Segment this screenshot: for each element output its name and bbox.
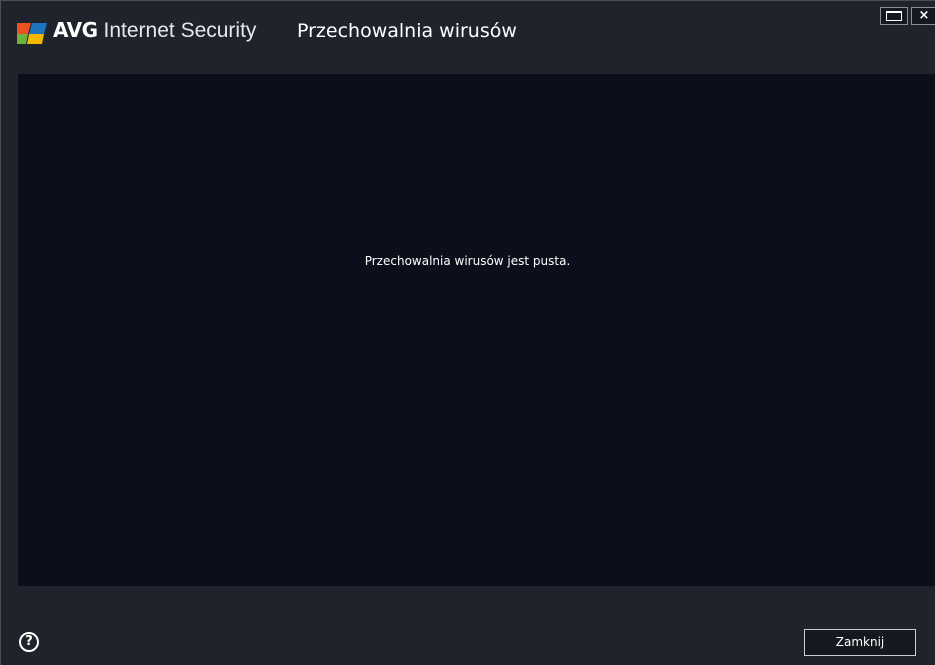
close-icon: × <box>918 8 930 23</box>
title-bar: AVG Internet Security Przechowalnia wiru… <box>1 1 935 73</box>
brand-name: AVG Internet Security <box>53 18 256 48</box>
help-icon[interactable]: ? <box>19 632 39 652</box>
window-close-button[interactable]: × <box>911 7 935 25</box>
brand-avg-text: AVG <box>53 18 98 42</box>
page-title: Przechowalnia wirusów <box>297 20 517 42</box>
product-name: Internet Security <box>103 19 257 42</box>
avg-logo-icon <box>17 23 47 44</box>
app-window: AVG Internet Security Przechowalnia wiru… <box>0 0 935 665</box>
close-button[interactable]: Zamknij <box>804 629 916 656</box>
empty-vault-message: Przechowalnia wirusów jest pusta. <box>364 254 571 268</box>
maximize-button[interactable] <box>880 7 908 25</box>
virus-vault-panel <box>18 74 935 586</box>
maximize-icon <box>886 11 902 21</box>
